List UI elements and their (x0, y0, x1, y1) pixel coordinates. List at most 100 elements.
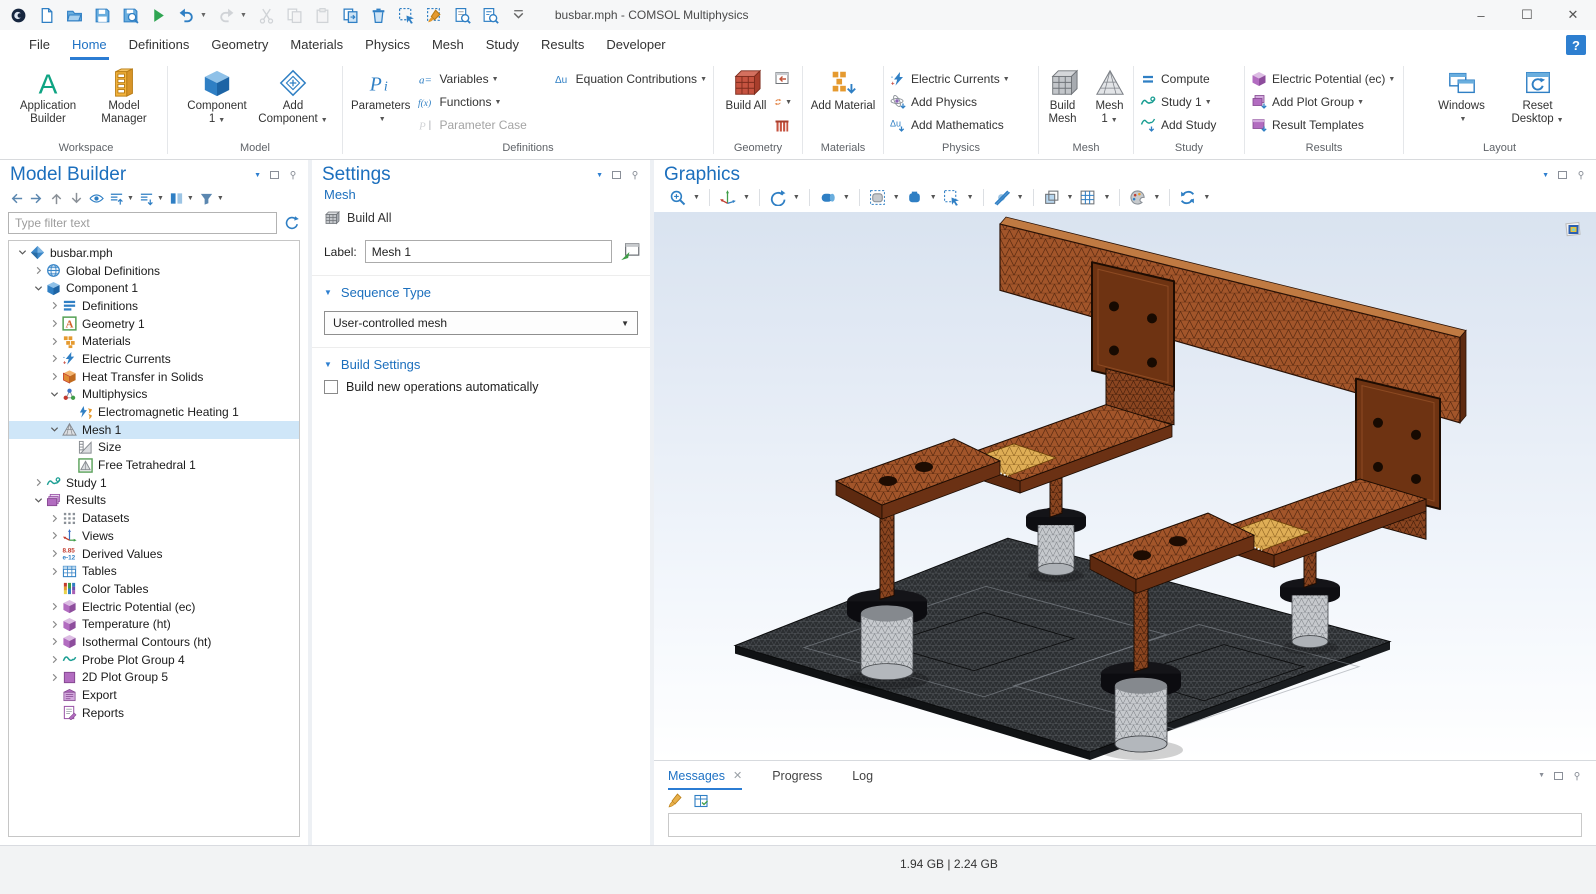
maximize-button[interactable]: ☐ (1504, 0, 1550, 30)
panel-float-icon[interactable] (1558, 171, 1567, 179)
panel-menu-icon[interactable]: ▼ (596, 172, 603, 179)
expander-icon[interactable] (47, 564, 61, 578)
expander-icon[interactable] (47, 653, 61, 667)
menu-mesh[interactable]: Mesh (421, 30, 475, 60)
tab-progress[interactable]: Progress (772, 761, 822, 790)
tree-item-tables[interactable]: Tables (9, 562, 299, 580)
expander-icon[interactable] (47, 670, 61, 684)
panel-pin-icon[interactable] (288, 169, 298, 181)
tree-item-temperature-ht[interactable]: Temperature (ht) (9, 615, 299, 633)
build-mesh-button[interactable]: Build Mesh (1040, 65, 1085, 129)
show-button[interactable] (88, 190, 105, 207)
expander-icon[interactable] (47, 547, 61, 561)
add-study-button[interactable]: Add Study (1135, 114, 1221, 136)
help-button[interactable]: ? (1566, 35, 1586, 55)
reset-desktop-button[interactable]: Reset Desktop▼ (1501, 65, 1575, 130)
panel-float-icon[interactable] (270, 171, 279, 179)
go-to-view-button[interactable]: ▼ (716, 186, 753, 208)
expander-icon[interactable] (47, 617, 61, 631)
electric-currents-button[interactable]: +- Electric Currents▼ (885, 68, 1015, 90)
expand-all-button[interactable]: ▼ (138, 190, 165, 207)
select-button[interactable] (398, 7, 415, 24)
menu-materials[interactable]: Materials (279, 30, 354, 60)
build-settings-header[interactable]: ▼ Build Settings (324, 357, 638, 372)
run-button[interactable] (150, 7, 167, 24)
undo-button[interactable] (178, 7, 195, 24)
graphics-canvas[interactable] (654, 212, 1596, 760)
forward-button[interactable] (28, 190, 45, 207)
rotate-button[interactable]: ▼ (766, 186, 803, 208)
panel-float-icon[interactable] (612, 171, 621, 179)
build-new-operations-checkbox[interactable] (324, 380, 338, 394)
tree-item-multiphysics[interactable]: Multiphysics (9, 386, 299, 404)
search-model-button[interactable] (482, 7, 499, 24)
menu-study[interactable]: Study (475, 30, 530, 60)
expander-icon[interactable] (31, 493, 45, 507)
close-button[interactable]: ✕ (1550, 0, 1596, 30)
refresh-icon[interactable] (284, 215, 300, 231)
save-to-model-manager-button[interactable] (122, 7, 139, 24)
tree-item-electric-potential-ec[interactable]: Electric Potential (ec) (9, 598, 299, 616)
mesh-label-input[interactable] (365, 240, 612, 263)
build-all-button[interactable]: Build All (312, 209, 650, 238)
color-theme-button[interactable]: ▼ (1126, 186, 1163, 208)
partition-button[interactable] (772, 115, 794, 137)
print-image-button[interactable]: ▼ (903, 186, 940, 208)
image-snapshot-button[interactable]: ▼ (866, 186, 903, 208)
expander-icon[interactable] (47, 387, 61, 401)
tree-item-reports[interactable]: Reports (9, 704, 299, 722)
back-button[interactable] (8, 190, 25, 207)
compute-button[interactable]: Compute (1135, 68, 1221, 90)
find-button[interactable] (454, 7, 471, 24)
customize-toolbar-button[interactable] (510, 7, 527, 24)
tree-item-views[interactable]: Views (9, 527, 299, 545)
menu-file[interactable]: File (18, 30, 61, 60)
expander-icon[interactable] (47, 352, 61, 366)
tree-item-derived-values[interactable]: 8.85e-12Derived Values (9, 545, 299, 563)
duplicate-button[interactable] (342, 7, 359, 24)
tree-item-electromagnetic-heating-1[interactable]: Electromagnetic Heating 1 (9, 403, 299, 421)
open-button[interactable] (66, 7, 83, 24)
sequence-type-select[interactable]: User-controlled mesh ▼ (324, 311, 638, 335)
tree-item-study-1[interactable]: Study 1 (9, 474, 299, 492)
new-file-button[interactable] (38, 7, 55, 24)
menu-definitions[interactable]: Definitions (118, 30, 201, 60)
result-templates-button[interactable]: Result Templates (1246, 114, 1400, 136)
expander-icon[interactable] (47, 511, 61, 525)
tree-item-size[interactable]: Size (9, 439, 299, 457)
undo-dropdown-icon[interactable]: ▼ (200, 12, 207, 19)
study-1-button[interactable]: Study 1▼ (1135, 91, 1221, 113)
grid-button[interactable]: ▼ (1076, 186, 1113, 208)
filter-input[interactable] (8, 212, 277, 234)
menu-home[interactable]: Home (61, 30, 118, 60)
expander-icon[interactable] (31, 476, 45, 490)
messages-output[interactable] (668, 813, 1582, 837)
expander-icon[interactable] (47, 334, 61, 348)
tree-item-export[interactable]: Export (9, 686, 299, 704)
add-plot-group-button[interactable]: Add Plot Group▼ (1246, 91, 1400, 113)
add-material-button[interactable]: Add Material (806, 65, 880, 116)
add-component-button[interactable]: Add Component▼ (256, 65, 330, 130)
tree-item-busbar-mph[interactable]: busbar.mph (9, 244, 299, 262)
component-1-button[interactable]: Component 1▼ (180, 65, 254, 130)
tree-item-2d-plot-group-5[interactable]: 2D Plot Group 5 (9, 669, 299, 687)
mesh-1-button[interactable]: Mesh 1▼ (1087, 65, 1132, 130)
application-builder-button[interactable]: A Application Builder (11, 65, 85, 129)
tree-item-component-1[interactable]: Component 1 (9, 279, 299, 297)
hide-objects-button[interactable]: ▼ (990, 186, 1027, 208)
move-up-button[interactable] (48, 190, 65, 207)
menu-physics[interactable]: Physics (354, 30, 421, 60)
tree-item-geometry-1[interactable]: AGeometry 1 (9, 315, 299, 333)
rebuild-button[interactable]: ▼ (772, 91, 794, 113)
sequence-type-header[interactable]: ▼ Sequence Type (324, 285, 638, 300)
insert-sequence-button[interactable] (772, 67, 794, 89)
zoom-button[interactable]: ▼ (666, 186, 703, 208)
variables-button[interactable]: a= Variables▼ (413, 68, 547, 90)
build-all-geometry-button[interactable]: Build All (722, 65, 770, 116)
expander-icon[interactable] (47, 635, 61, 649)
panel-menu-icon[interactable]: ▼ (254, 172, 261, 179)
busbar-3d-model[interactable] (654, 212, 1596, 760)
expander-icon[interactable] (47, 370, 61, 384)
windows-button[interactable]: Windows▼ (1425, 65, 1499, 129)
scene-light-button[interactable]: ▼ (816, 186, 853, 208)
